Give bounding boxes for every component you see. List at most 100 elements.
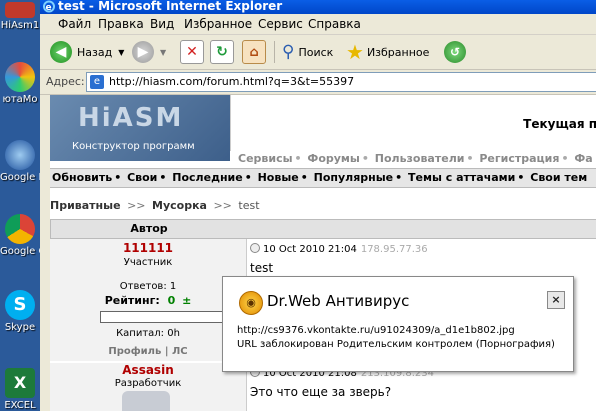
stop-icon: ✕ xyxy=(180,40,204,64)
stop-button[interactable]: ✕ xyxy=(180,39,204,65)
header-current-label: Текущая п xyxy=(523,117,596,131)
back-arrow-icon: ◀ xyxy=(50,41,72,63)
post-username[interactable]: Assasin xyxy=(50,363,246,377)
globe-icon xyxy=(5,140,35,170)
excel-icon: X xyxy=(5,368,35,398)
back-label: Назад xyxy=(77,45,113,59)
menu-edit[interactable]: Правка xyxy=(98,17,144,31)
post-rating: Рейтинг: 0 ± xyxy=(50,294,246,307)
nav-new[interactable]: Новые xyxy=(258,171,299,184)
top-nav: Сервисы • Форумы • Пользователи • Регистрац… xyxy=(238,152,593,165)
menu-file[interactable]: Файл xyxy=(58,17,91,31)
nav-refresh[interactable]: Обновить xyxy=(52,171,112,184)
menu-bar: Файл Правка Вид Избранное Сервис Справка xyxy=(40,14,596,35)
popup-close-button[interactable]: × xyxy=(547,291,565,309)
refresh-button[interactable]: ↻ xyxy=(210,39,234,65)
refresh-icon: ↻ xyxy=(210,40,234,64)
popup-title: Dr.Web Антивирус xyxy=(267,292,410,310)
rating-vote-button[interactable]: ± xyxy=(182,294,191,307)
post-capital: Капитал: 0h xyxy=(116,328,180,339)
window-titlebar[interactable]: e test - Microsoft Internet Explorer xyxy=(40,0,596,14)
post-ip: 178.95.77.36 xyxy=(360,244,428,255)
drweb-spider-icon: ◉ xyxy=(239,291,263,315)
topnav-fa[interactable]: Фа xyxy=(574,152,592,165)
drweb-popup[interactable]: ◉ Dr.Web Антивирус × http://cs9376.vkont… xyxy=(222,276,574,372)
favorites-button[interactable]: ★ Избранное xyxy=(346,39,429,65)
post-answers-count: Ответов: 1 xyxy=(119,281,177,292)
desktop-icon-label: ютаМо xyxy=(2,94,38,105)
message-column-header xyxy=(246,219,596,239)
home-button[interactable]: ⌂ xyxy=(242,39,266,65)
post-user-role: Разработчик xyxy=(114,378,182,389)
svg-text:e: e xyxy=(46,3,52,13)
breadcrumb-private[interactable]: Приватные xyxy=(50,199,121,212)
desktop-icon-excel[interactable]: X EXCEL xyxy=(0,368,40,411)
desktop-icon-fotomo[interactable]: ютаМо xyxy=(0,62,40,105)
window-title: test - Microsoft Internet Explorer xyxy=(58,0,283,13)
back-button[interactable]: ◀ Назад ▼ xyxy=(50,39,124,65)
search-icon: ⚲ xyxy=(282,42,295,62)
chevron-down-icon: ▼ xyxy=(160,47,167,57)
desktop-icon-chrome[interactable]: Google Chrom xyxy=(0,214,40,257)
popup-blocked-url: http://cs9376.vkontakte.ru/u91024309/a_d… xyxy=(237,325,515,336)
logo-text: HiASM xyxy=(78,103,184,133)
desktop-strip: HiAsm1 ютаМо Google Плане... Google Chro… xyxy=(0,0,40,411)
hiasm-icon xyxy=(5,2,35,18)
pinwheel-icon xyxy=(5,62,35,92)
post-text: test xyxy=(250,261,274,275)
pm-link[interactable]: ЛС xyxy=(172,346,188,357)
search-button[interactable]: ⚲ Поиск xyxy=(282,39,333,65)
menu-favorites[interactable]: Избранное xyxy=(184,17,252,31)
author-column-header: Автор xyxy=(50,219,248,239)
address-input[interactable]: e http://hiasm.com/forum.html?q=3&t=5539… xyxy=(86,72,596,92)
post-status-icon xyxy=(250,243,260,253)
avatar xyxy=(122,391,170,411)
topnav-forums[interactable]: Форумы xyxy=(307,152,359,165)
forward-arrow-icon: ▶ xyxy=(132,41,154,63)
desktop-icon-google-earth[interactable]: Google Плане... xyxy=(0,140,40,183)
topnav-services[interactable]: Сервисы xyxy=(238,152,293,165)
forum-nav: Обновить • Свои • Последние • Новые • Популя… xyxy=(50,168,596,188)
forward-button[interactable]: ▶ ▼ xyxy=(132,39,166,65)
nav-own[interactable]: Свои xyxy=(127,171,157,184)
breadcrumb: Приватные >> Мусорка >> test xyxy=(50,199,596,215)
nav-popular[interactable]: Популярные xyxy=(314,171,394,184)
rating-progress-bar xyxy=(100,311,242,323)
header-right: Текущая п xyxy=(230,95,596,151)
breadcrumb-separator: >> xyxy=(213,199,232,212)
history-button[interactable]: ↺ xyxy=(444,39,466,65)
ie-logo-icon: e xyxy=(42,0,56,13)
desktop-icon-label: Skype xyxy=(4,322,36,333)
desktop-icon-label: HiAsm1 xyxy=(0,20,40,31)
desktop-icon-skype[interactable]: S Skype xyxy=(0,290,40,333)
rating-value: 0 xyxy=(167,294,176,307)
chrome-icon xyxy=(5,214,35,244)
post-meta: 10 Oct 2010 21:04 178.95.77.36 xyxy=(250,243,428,255)
topnav-users[interactable]: Пользователи xyxy=(375,152,465,165)
breadcrumb-current: test xyxy=(238,199,260,212)
menu-tools[interactable]: Сервис xyxy=(258,17,303,31)
nav-own-topics[interactable]: Свои тем xyxy=(530,171,587,184)
address-label: Адрес: xyxy=(46,75,85,88)
post-author-links: Профиль | ЛС xyxy=(108,346,188,357)
topnav-register[interactable]: Регистрация xyxy=(479,152,559,165)
breadcrumb-trash[interactable]: Мусорка xyxy=(152,199,207,212)
desktop-icon-hiasm[interactable]: HiAsm1 xyxy=(0,2,40,31)
nav-attachments[interactable]: Темы с аттачами xyxy=(408,171,515,184)
nav-latest[interactable]: Последние xyxy=(172,171,242,184)
post-username[interactable]: 111111 xyxy=(50,241,246,255)
favorites-label: Избранное xyxy=(366,45,430,59)
post-date: 10 Oct 2010 21:04 xyxy=(263,244,357,255)
rating-label: Рейтинг: xyxy=(104,294,160,307)
desktop-icon-label: Google Плане... xyxy=(0,172,40,183)
profile-link[interactable]: Профиль xyxy=(108,346,161,357)
home-icon: ⌂ xyxy=(242,40,266,64)
menu-help[interactable]: Справка xyxy=(308,17,361,31)
menu-view[interactable]: Вид xyxy=(150,17,174,31)
history-icon: ↺ xyxy=(444,41,466,63)
ie-window: e test - Microsoft Internet Explorer Фай… xyxy=(40,0,596,411)
site-logo[interactable]: HiASM Конструктор программ xyxy=(50,95,230,161)
address-url: http://hiasm.com/forum.html?q=3&t=55397 xyxy=(109,75,355,88)
desktop-icon-label: Google Chrom xyxy=(0,246,40,257)
post-user-role: Участник xyxy=(123,257,173,268)
